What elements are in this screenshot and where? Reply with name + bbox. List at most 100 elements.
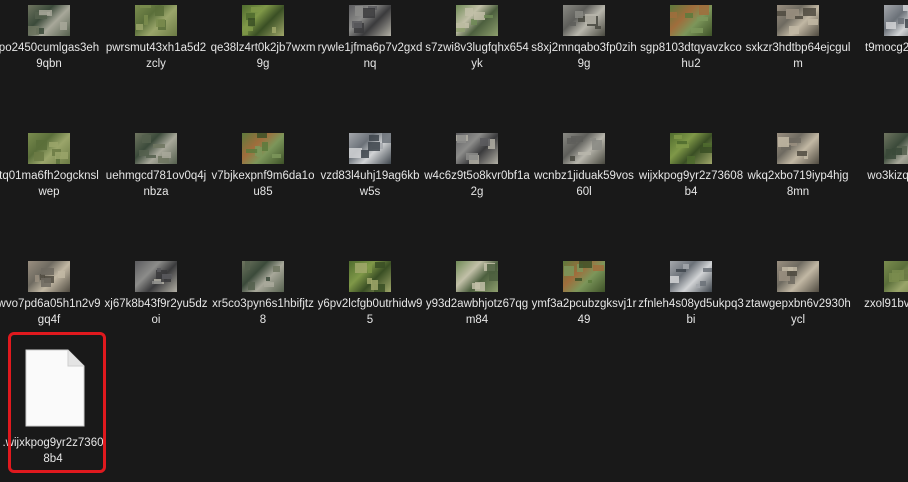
file-name: y6pv2lcfgb0utrhidw95 xyxy=(317,298,423,326)
file-item[interactable]: wcnbz1jiduak59vos60l xyxy=(531,128,637,214)
aerial-block-thumb xyxy=(28,261,70,292)
file-name: wvo7pd6a05h1n2v9gq4f xyxy=(0,298,101,326)
file-item[interactable]: s8xj2mnqabo3fp0zih9g xyxy=(531,0,637,86)
aerial-block-thumb xyxy=(777,261,819,292)
aerial-block-thumb xyxy=(777,5,819,36)
file-explorer-view: po2450cumlgas3eh9qbn pwrsmut43xh1a5d2zcly… xyxy=(0,0,908,482)
blank-file-icon xyxy=(25,349,85,427)
file-name: qe38lz4rt0k2jb7wxm9g xyxy=(210,42,316,70)
thumbnail-image xyxy=(349,133,391,158)
thumbnail-image xyxy=(246,133,281,158)
aerial-street-thumb xyxy=(349,5,391,36)
file-item-hidden[interactable]: .wijxkpog9yr2z73608b4 xyxy=(0,330,106,470)
thumbnail-image xyxy=(136,5,166,30)
file-item[interactable]: xj67k8b43f9r2yu5dzoi xyxy=(103,256,209,342)
file-name: y93d2awbhjotz67qgm84 xyxy=(425,298,529,326)
aerial-city-thumb xyxy=(884,133,908,164)
thumbnail-image xyxy=(28,10,67,35)
file-name: s8xj2mnqabo3fp0zih9g xyxy=(531,42,637,70)
thumbnail-image xyxy=(139,135,171,163)
aerial-trees-thumb xyxy=(349,261,391,292)
file-item[interactable]: vzd83l4uhj19ag6kbw5s xyxy=(317,128,423,214)
file-name: ztawgepxbn6v2930hycl xyxy=(745,298,851,326)
thumbnail-image xyxy=(564,261,604,283)
file-item[interactable]: wijxkpog9yr2z73608b4 xyxy=(638,128,744,214)
file-name: wcnbz1jiduak59vos60l xyxy=(534,170,634,198)
thumbnail-image xyxy=(567,136,602,161)
thumbnail-image xyxy=(777,8,818,34)
file-name: tq01ma6fh2ogcknslwep xyxy=(0,170,99,198)
file-name: t9mocg2…k3pz xyxy=(865,42,908,54)
aerial-field-thumb xyxy=(884,261,908,292)
file-item[interactable]: t9mocg2…k3pz xyxy=(852,0,908,86)
file-item[interactable]: tq01ma6fh2ogcknslwep xyxy=(0,128,102,214)
file-name: .wijxkpog9yr2z73608b4 xyxy=(2,437,104,465)
file-item[interactable]: zxol91bvk…edn xyxy=(852,256,908,342)
file-item[interactable]: sxkzr3hdtbp64ejcgulm xyxy=(745,0,851,86)
file-item[interactable]: ztawgepxbn6v2930hycl xyxy=(745,256,851,342)
file-name: w4c6z9t5o8kvr0bf1a2g xyxy=(424,170,530,198)
file-item[interactable]: wkq2xbo719iyp4hjg8mn xyxy=(745,128,851,214)
file-item[interactable]: sgp8103dtqyavzkcohu2 xyxy=(638,0,744,86)
file-item[interactable]: w4c6z9t5o8kvr0bf1a2g xyxy=(424,128,530,214)
aerial-trees-thumb xyxy=(242,5,284,36)
file-name: vzd83l4uhj19ag6kbw5s xyxy=(320,170,420,198)
thumbnail-image xyxy=(34,140,68,164)
file-item[interactable]: y93d2awbhjotz67qgm84 xyxy=(424,256,530,342)
file-name: s7zwi8v3lugfqhx654yk xyxy=(425,42,529,70)
thumbnail-image xyxy=(472,263,498,291)
file-name: wkq2xbo719iyp4hjg8mn xyxy=(747,170,849,198)
file-name: uehmgcd781ov0q4jnbza xyxy=(105,170,207,198)
file-name: zxol91bvk…edn xyxy=(864,298,908,310)
thumbnail-image xyxy=(245,261,280,290)
file-name: po2450cumlgas3eh9qbn xyxy=(0,42,100,70)
file-item[interactable]: s7zwi8v3lugfqhx654yk xyxy=(424,0,530,86)
aerial-city-thumb xyxy=(28,5,70,36)
file-name: sgp8103dtqyavzkcohu2 xyxy=(640,42,742,70)
thumbnail-image xyxy=(674,135,712,164)
aerial-field-thumb xyxy=(135,5,177,36)
file-item[interactable]: v7bjkexpnf9m6da1ou85 xyxy=(210,128,316,214)
file-item[interactable]: ymf3a2pcubzgksvj1r49 xyxy=(531,256,637,342)
aerial-field-thumb xyxy=(28,133,70,164)
thumbnail-image xyxy=(355,262,385,292)
aerial-trees-thumb xyxy=(670,133,712,164)
thumbnail-image xyxy=(570,11,601,29)
thumbnail-image xyxy=(152,268,172,284)
file-item[interactable]: y6pv2lcfgb0utrhidw95 xyxy=(317,256,423,342)
file-item[interactable]: xr5co3pyn6s1hbifjtz8 xyxy=(210,256,316,342)
thumbnail-image xyxy=(243,7,276,35)
file-name: wijxkpog9yr2z73608b4 xyxy=(638,170,744,198)
thumbnail-image xyxy=(670,264,712,288)
file-name: sxkzr3hdtbp64ejcgulm xyxy=(745,42,851,70)
aerial-street-thumb xyxy=(135,261,177,292)
file-item[interactable]: pwrsmut43xh1a5d2zcly xyxy=(103,0,209,86)
aerial-park-thumb xyxy=(242,133,284,164)
file-name: pwrsmut43xh1a5d2zcly xyxy=(105,42,207,70)
file-name: wo3kizqg…61t xyxy=(867,170,908,182)
file-name: rywle1jfma6p7v2gxdnq xyxy=(317,42,423,70)
aerial-roof-thumb xyxy=(456,5,498,36)
file-name: ymf3a2pcubzgksvj1r49 xyxy=(531,298,637,326)
file-item[interactable]: wo3kizqg…61t xyxy=(852,128,908,214)
aerial-block-thumb xyxy=(777,133,819,164)
thumbnail-image xyxy=(886,146,907,159)
file-item[interactable]: zfnleh4s08yd5ukpq3bi xyxy=(638,256,744,342)
file-name: zfnleh4s08yd5ukpq3bi xyxy=(638,298,744,326)
thumbnail-image xyxy=(886,5,908,29)
file-item[interactable]: rywle1jfma6p7v2gxdnq xyxy=(317,0,423,86)
aerial-street-thumb xyxy=(456,133,498,164)
file-item[interactable]: uehmgcd781ov0q4jnbza xyxy=(103,128,209,214)
aerial-plaza-thumb xyxy=(563,133,605,164)
aerial-park-thumb xyxy=(670,5,712,36)
aerial-roof-thumb xyxy=(456,261,498,292)
file-item[interactable]: qe38lz4rt0k2jb7wxm9g xyxy=(210,0,316,86)
thumbnail-image xyxy=(779,267,797,284)
aerial-plaza-thumb xyxy=(563,5,605,36)
thumbnail-image xyxy=(456,8,493,32)
thumbnail-image xyxy=(889,269,908,282)
file-item[interactable]: po2450cumlgas3eh9qbn xyxy=(0,0,102,86)
aerial-building-thumb xyxy=(349,133,391,164)
thumbnail-image xyxy=(456,135,495,164)
thumbnail-image xyxy=(35,268,65,287)
